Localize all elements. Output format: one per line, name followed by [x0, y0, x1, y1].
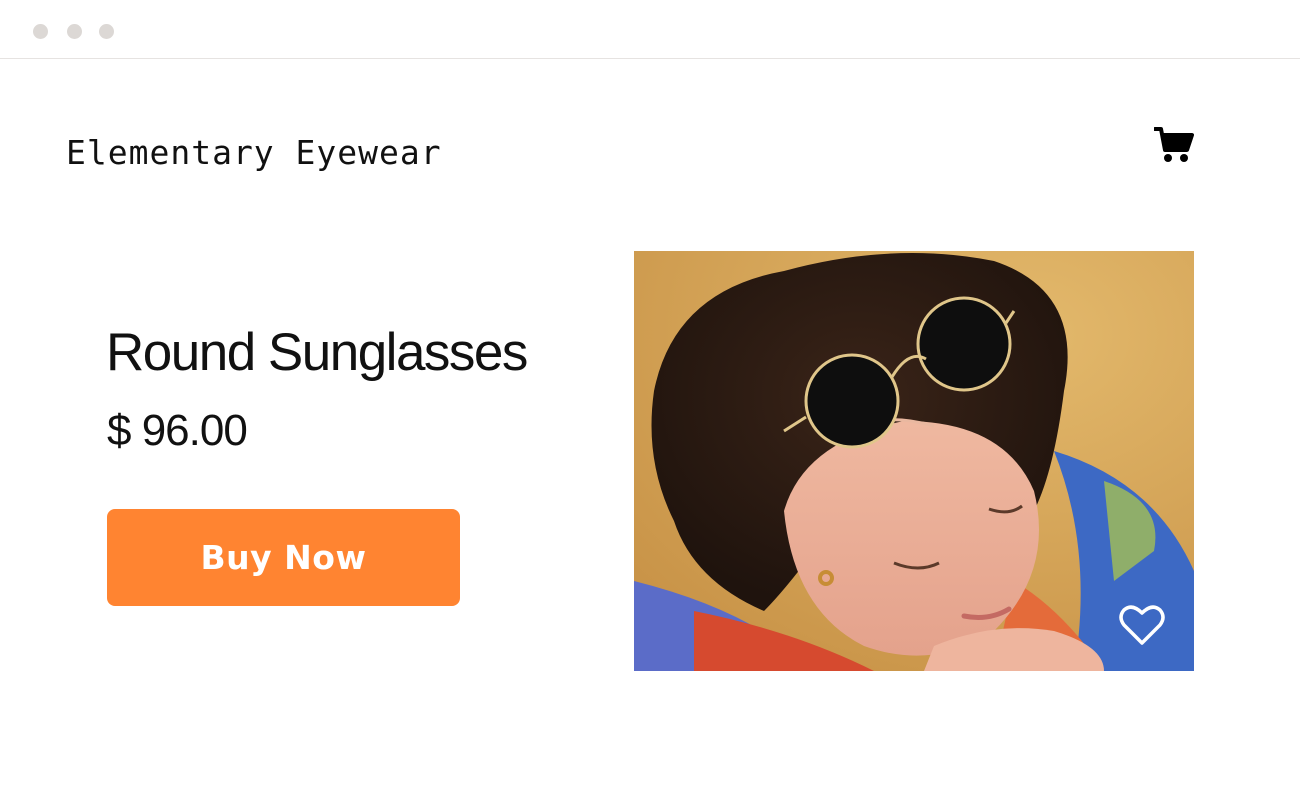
- window-close-dot[interactable]: [33, 24, 48, 39]
- window-titlebar: [0, 0, 1300, 59]
- window-maximize-dot[interactable]: [99, 24, 114, 39]
- brand-logo[interactable]: Elementary Eyewear: [66, 133, 442, 172]
- product-price: $ 96.00: [107, 406, 248, 455]
- favorite-heart-icon[interactable]: [1118, 603, 1166, 647]
- window-minimize-dot[interactable]: [67, 24, 82, 39]
- shopping-cart-icon[interactable]: [1153, 126, 1194, 164]
- buy-now-button[interactable]: Buy Now: [107, 509, 460, 606]
- product-title: Round Sunglasses: [106, 323, 528, 382]
- product-photo: [634, 251, 1194, 671]
